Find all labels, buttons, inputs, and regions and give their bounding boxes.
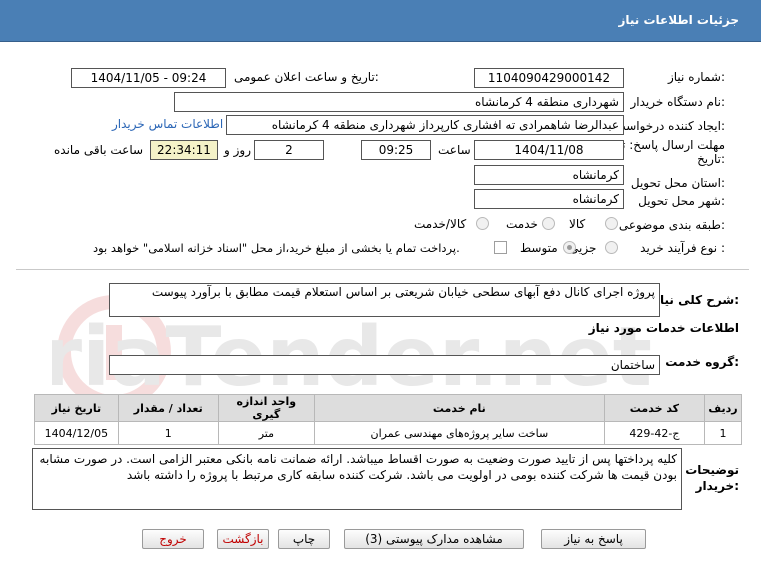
purchase-radio-minor[interactable] <box>605 241 618 254</box>
buyer-notes-label-line1: توضیحات <box>685 463 739 477</box>
deadline-days-label: روز و <box>224 143 251 157</box>
category-option-goods-service: کالا/خدمت <box>414 217 467 231</box>
services-heading: اطلاعات خدمات مورد نیاز <box>588 321 739 335</box>
cell-quantity: 1 <box>117 421 219 445</box>
back-button[interactable]: بازگشت <box>217 529 269 549</box>
purchase-type-label: نوع فرآیند خرید : <box>640 241 725 255</box>
treasury-checkbox[interactable] <box>494 241 507 254</box>
buyer-contact-link[interactable]: اطلاعات تماس خریدار <box>112 117 223 131</box>
col-service-code: کد خدمت <box>603 394 705 422</box>
buyer-org-label: نام دستگاه خریدار: <box>630 95 726 109</box>
col-unit: واحد اندازه گیری <box>217 394 315 422</box>
category-option-goods: کالا <box>569 217 586 231</box>
cell-service-code: ج-42-429 <box>603 421 705 445</box>
category-radio-goods[interactable] <box>605 217 618 230</box>
attachments-button[interactable]: مشاهده مدارک پیوستی (3) <box>344 529 524 549</box>
delivery-province-label: استان محل تحویل: <box>630 176 725 190</box>
requester-label: ایجاد کننده درخواست: <box>614 119 725 133</box>
deadline-label-line1: مهلت ارسال پاسخ: تا <box>618 138 725 152</box>
table-header-row: تاریخ نیاز تعداد / مقدار واحد اندازه گیر… <box>34 394 743 422</box>
title-bar: جزئیات اطلاعات نیاز <box>0 0 761 42</box>
remaining-time-field: 22:34:11 <box>150 140 218 160</box>
col-row-number: ردیف <box>703 394 743 422</box>
purchase-radio-medium[interactable] <box>563 241 576 254</box>
remaining-time-label: ساعت باقی مانده <box>54 143 144 157</box>
col-service-name: نام خدمت <box>313 394 605 422</box>
buyer-org-field: شهرداری منطقه 4 کرمانشاه <box>174 92 624 112</box>
cell-service-name: ساخت سایر پروژه‌های مهندسی عمران <box>313 421 605 445</box>
deadline-date-field: 1404/11/08 <box>474 140 624 160</box>
reply-button[interactable]: پاسخ به نیاز <box>541 529 646 549</box>
need-number-field: 1104090429000142 <box>474 68 624 88</box>
description-label: شرح کلی نیاز: <box>653 293 739 307</box>
purchase-option-medium: متوسط <box>520 241 558 255</box>
service-group-field: ساختمان <box>109 355 660 375</box>
requester-field: عبدالرضا شاهمرادی ته افشاری کارپرداز شهر… <box>226 115 624 135</box>
service-group-label: گروه خدمت: <box>665 355 739 369</box>
delivery-city-label: شهر محل تحویل: <box>638 194 725 208</box>
cell-unit: متر <box>217 421 315 445</box>
delivery-city-field: کرمانشاه <box>474 189 624 209</box>
description-field: پروژه اجرای کانال دفع آبهای سطحی خیابان … <box>109 283 660 317</box>
delivery-province-field: کرمانشاه <box>474 165 624 185</box>
cell-need-date: 1404/12/05 <box>34 421 119 445</box>
announce-date-field: 1404/11/05 - 09:24 <box>71 68 226 88</box>
announce-date-label: تاریخ و ساعت اعلان عمومی: <box>234 70 379 84</box>
deadline-days-field: 2 <box>254 140 324 160</box>
print-button[interactable]: چاپ <box>278 529 330 549</box>
cell-row-number: 1 <box>703 421 743 445</box>
need-details-panel: AriaTender.net شماره نیاز: 1104090429000… <box>16 42 749 566</box>
deadline-time-field: 09:25 <box>361 140 431 160</box>
category-label: طبقه بندی موضوعی: <box>618 218 725 232</box>
category-radio-goods-service[interactable] <box>476 217 489 230</box>
services-table: تاریخ نیاز تعداد / مقدار واحد اندازه گیر… <box>34 394 743 445</box>
table-row: 1404/12/05 1 متر ساخت سایر پروژه‌های مهن… <box>34 421 743 445</box>
col-need-date: تاریخ نیاز <box>34 394 119 422</box>
treasury-note: پرداخت تمام یا بخشی از مبلغ خرید،از محل … <box>93 241 460 255</box>
deadline-time-label: ساعت <box>438 143 471 157</box>
page-title: جزئیات اطلاعات نیاز <box>618 13 739 27</box>
divider <box>16 269 749 270</box>
buyer-notes-label-line2: خریدار: <box>695 479 739 493</box>
exit-button[interactable]: خروج <box>142 529 204 549</box>
need-number-label: شماره نیاز: <box>667 70 725 84</box>
category-option-service: خدمت <box>506 217 538 231</box>
col-quantity: تعداد / مقدار <box>117 394 219 422</box>
deadline-label-line2: تاریخ: <box>697 152 725 166</box>
category-radio-service[interactable] <box>542 217 555 230</box>
buyer-notes-field: کلیه پرداختها پس از تایید صورت وضعیت به … <box>32 448 682 510</box>
